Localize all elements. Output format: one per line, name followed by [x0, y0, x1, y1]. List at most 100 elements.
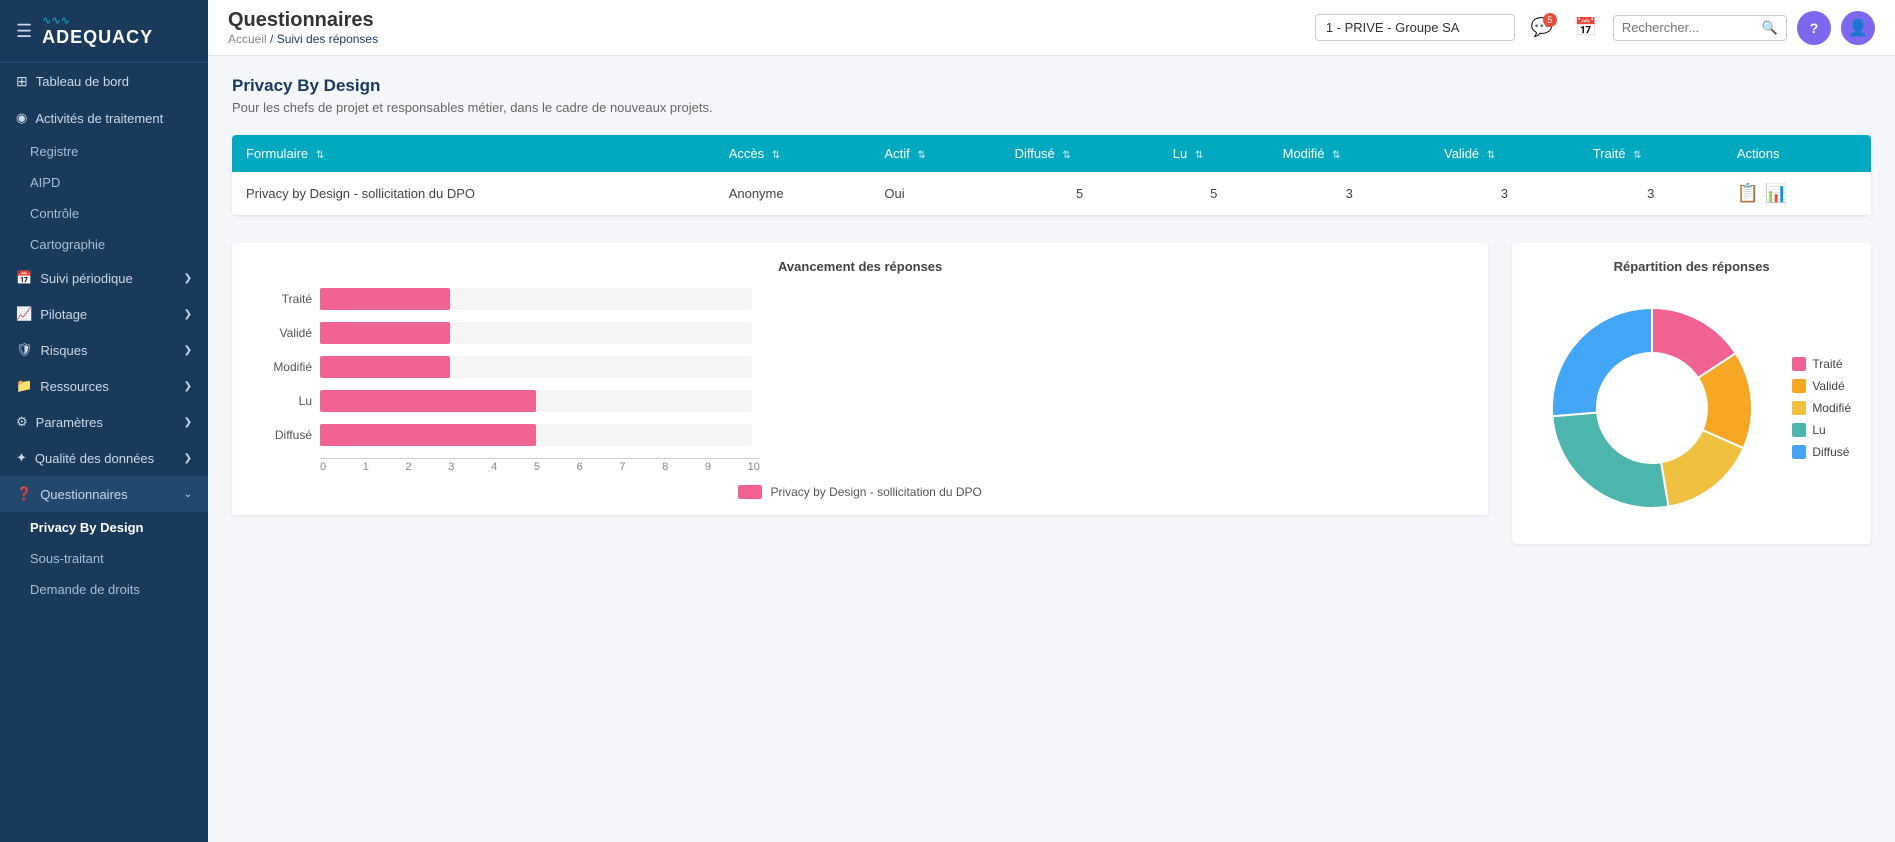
main-panel: Questionnaires Accueil / Suivi des répon… [208, 0, 1895, 842]
cell-diffuse: 5 [1001, 172, 1159, 215]
donut-legend-swatch [1792, 423, 1806, 437]
risques-icon: 🛡 [16, 342, 33, 358]
questionnaires-icon: ❓ [16, 486, 32, 502]
cell-acces: Anonyme [715, 172, 871, 215]
bar-chart: Traité Validé Modifié Lu Diffusé 0123 [252, 288, 1468, 473]
sidebar-sub-cartographie[interactable]: Cartographie [0, 229, 208, 260]
help-button[interactable]: ? [1797, 11, 1831, 45]
sidebar-item-label: Risques [41, 343, 88, 358]
section-title: Privacy By Design [232, 76, 1871, 96]
chevron-down-icon: ⌄ [184, 489, 192, 500]
sidebar-sub-privacy-by-design[interactable]: Privacy By Design [0, 512, 208, 543]
donut-legend-label: Lu [1812, 423, 1825, 437]
activites-icon: ◉ [16, 110, 27, 126]
sidebar: ☰ ∿∿∿ ADEQUACY ⊞ Tableau de bord ◉ Activ… [0, 0, 208, 842]
donut-legend-item: Diffusé [1792, 445, 1851, 459]
cell-lu: 5 [1159, 172, 1269, 215]
chevron-icon: ❯ [184, 309, 192, 320]
qualite-icon: ✦ [16, 450, 27, 466]
dashboard-icon: ⊞ [16, 73, 28, 90]
table-row: Privacy by Design - sollicitation du DPO… [232, 172, 1871, 215]
sidebar-sub-registre[interactable]: Registre [0, 136, 208, 167]
logo-wave: ∿∿∿ [42, 14, 153, 27]
cell-traite: 3 [1579, 172, 1723, 215]
bar-chart-legend: Privacy by Design - sollicitation du DPO [252, 485, 1468, 499]
col-actions: Actions [1723, 135, 1871, 172]
sidebar-sub-aipd[interactable]: AIPD [0, 167, 208, 198]
chevron-icon: ❯ [184, 453, 192, 464]
col-lu: Lu ⇅ [1159, 135, 1269, 172]
sidebar-item-qualite[interactable]: ✦ Qualité des données ❯ [0, 440, 208, 476]
sidebar-item-ressources[interactable]: 📁 Ressources ❯ [0, 368, 208, 404]
sort-icon[interactable]: ⇅ [1195, 150, 1203, 161]
messages-button[interactable]: 💬 5 [1525, 11, 1559, 45]
sidebar-sub-sous-traitant[interactable]: Sous-traitant [0, 543, 208, 574]
breadcrumb-current: Suivi des réponses [277, 32, 378, 46]
sidebar-item-activites[interactable]: ◉ Activités de traitement [0, 100, 208, 136]
donut-legend: Traité Validé Modifié Lu Diffusé [1792, 357, 1851, 459]
col-diffuse: Diffusé ⇅ [1001, 135, 1159, 172]
col-actif: Actif ⇅ [870, 135, 1000, 172]
sidebar-item-tableau-de-bord[interactable]: ⊞ Tableau de bord [0, 63, 208, 100]
col-formulaire: Formulaire ⇅ [232, 135, 715, 172]
donut-legend-swatch [1792, 357, 1806, 371]
topbar: Questionnaires Accueil / Suivi des répon… [208, 0, 1895, 56]
cell-actif: Oui [870, 172, 1000, 215]
sidebar-item-suivi-periodique[interactable]: 📅 Suivi périodique ❯ [0, 260, 208, 296]
donut-chart-inner: Traité Validé Modifié Lu Diffusé [1532, 288, 1851, 528]
sidebar-item-label: Questionnaires [40, 487, 127, 502]
pilotage-icon: 📈 [16, 306, 32, 322]
cell-actions: 📋 📊 [1723, 172, 1871, 215]
topbar-left: Questionnaires Accueil / Suivi des répon… [228, 9, 378, 46]
export-action-icon[interactable]: 📊 [1765, 183, 1787, 204]
donut-chart-title: Répartition des réponses [1532, 259, 1851, 274]
ressources-icon: 📁 [16, 378, 32, 394]
col-acces: Accès ⇅ [715, 135, 871, 172]
sort-icon[interactable]: ⇅ [1332, 150, 1340, 161]
sidebar-sub-demande-de-droits[interactable]: Demande de droits [0, 574, 208, 605]
bar-chart-title: Avancement des réponses [252, 259, 1468, 274]
sidebar-item-parametres[interactable]: ⚙ Paramètres ❯ [0, 404, 208, 440]
chevron-icon: ❯ [184, 345, 192, 356]
suivi-icon: 📅 [16, 270, 32, 286]
donut-legend-swatch [1792, 379, 1806, 393]
donut-legend-item: Lu [1792, 423, 1851, 437]
notification-badge: 5 [1543, 13, 1557, 27]
search-input[interactable] [1622, 20, 1762, 35]
donut-legend-item: Traité [1792, 357, 1851, 371]
hamburger-icon[interactable]: ☰ [16, 21, 32, 42]
sidebar-item-label: Suivi périodique [40, 271, 133, 286]
sidebar-item-label: Qualité des données [35, 451, 154, 466]
cell-valide: 3 [1430, 172, 1579, 215]
cell-modifie: 3 [1269, 172, 1430, 215]
sidebar-item-pilotage[interactable]: 📈 Pilotage ❯ [0, 296, 208, 332]
donut-legend-label: Diffusé [1812, 445, 1849, 459]
donut-legend-label: Modifié [1812, 401, 1851, 415]
donut-legend-swatch [1792, 401, 1806, 415]
sort-icon[interactable]: ⇅ [772, 150, 780, 161]
sidebar-item-label: Activités de traitement [35, 111, 163, 126]
sidebar-header: ☰ ∿∿∿ ADEQUACY [0, 0, 208, 63]
chevron-icon: ❯ [184, 273, 192, 284]
sort-icon[interactable]: ⇅ [1633, 150, 1641, 161]
sort-icon[interactable]: ⇅ [1487, 150, 1495, 161]
sidebar-item-risques[interactable]: 🛡 Risques ❯ [0, 332, 208, 368]
page-title: Questionnaires [228, 9, 378, 32]
col-traite: Traité ⇅ [1579, 135, 1723, 172]
sidebar-sub-controle[interactable]: Contrôle [0, 198, 208, 229]
col-modifie: Modifié ⇅ [1269, 135, 1430, 172]
org-selector[interactable] [1315, 14, 1515, 41]
donut-svg [1532, 288, 1772, 528]
view-action-icon[interactable]: 📋 [1737, 183, 1759, 204]
sort-icon[interactable]: ⇅ [1062, 150, 1070, 161]
sort-icon[interactable]: ⇅ [316, 150, 324, 161]
sidebar-item-label: Tableau de bord [36, 74, 129, 89]
topbar-right: 💬 5 📅 🔍 ? 👤 [1315, 11, 1875, 45]
sort-icon[interactable]: ⇅ [917, 150, 925, 161]
sidebar-item-questionnaires[interactable]: ❓ Questionnaires ⌄ [0, 476, 208, 512]
breadcrumb-home[interactable]: Accueil [228, 32, 267, 46]
col-valide: Validé ⇅ [1430, 135, 1579, 172]
legend-swatch [738, 485, 762, 499]
avatar-button[interactable]: 👤 [1841, 11, 1875, 45]
calendar-button[interactable]: 📅 [1569, 11, 1603, 45]
